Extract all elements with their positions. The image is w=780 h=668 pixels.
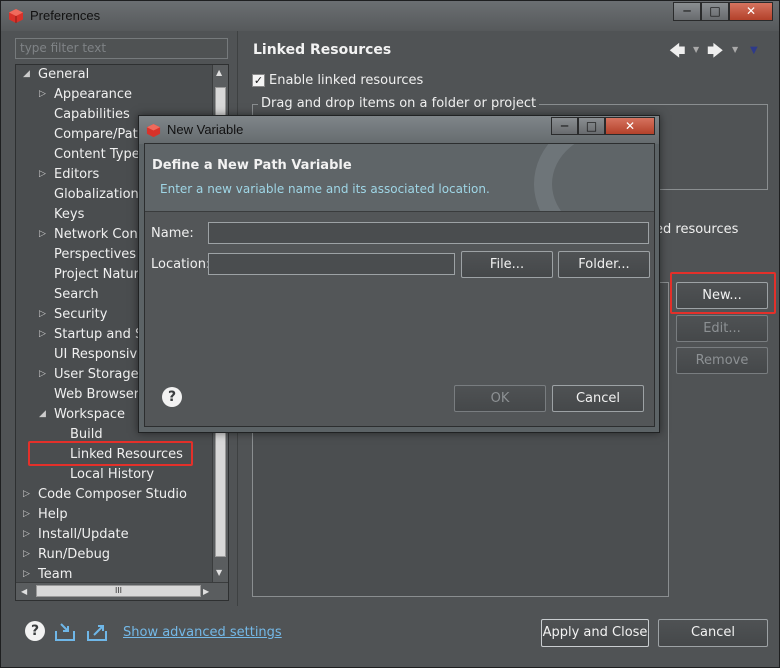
page-title: Linked Resources	[253, 42, 392, 58]
scroll-up-icon[interactable]: ▲	[216, 68, 222, 77]
scrollbar-thumb-horizontal[interactable]: III	[36, 585, 201, 597]
expand-triangle-icon[interactable]: ▷	[23, 509, 30, 519]
enable-linked-resources-checkbox[interactable]: ✓	[252, 74, 265, 87]
scroll-down-icon[interactable]: ▼	[216, 568, 222, 577]
view-menu-icon[interactable]: ▼	[750, 45, 758, 56]
filter-input[interactable]: type filter text	[15, 38, 228, 59]
ok-button[interactable]: OK	[454, 385, 546, 412]
dialog-maximize-button[interactable]: □	[578, 117, 605, 135]
app-cube-icon	[9, 9, 23, 23]
cancel-button[interactable]: Cancel	[658, 619, 768, 647]
tree-item[interactable]: Startup and Sh	[54, 325, 151, 345]
maximize-button[interactable]: □	[701, 2, 729, 21]
dialog-cancel-button[interactable]: Cancel	[552, 385, 644, 412]
tree-item[interactable]: Workspace	[54, 405, 125, 425]
scroll-left-icon[interactable]: ◀	[21, 587, 27, 596]
dialog-help-icon[interactable]: ?	[162, 387, 182, 407]
tree-item[interactable]: Project Nature	[54, 265, 147, 285]
folder-button[interactable]: Folder...	[558, 251, 650, 278]
scroll-right-icon[interactable]: ▶	[203, 587, 209, 596]
expand-triangle-icon[interactable]: ▷	[39, 229, 46, 239]
dialog-heading: Define a New Path Variable	[152, 158, 352, 173]
name-input[interactable]	[208, 222, 649, 244]
tree-item[interactable]: Help	[38, 505, 68, 525]
dialog-close-button[interactable]: ✕	[605, 117, 655, 135]
app-cube-icon	[146, 123, 161, 138]
show-advanced-settings-link[interactable]: Show advanced settings	[123, 625, 282, 640]
new-variable-dialog: New Variable ─ □ ✕ Define a New Path Var…	[138, 115, 660, 433]
tree-item[interactable]: Perspectives	[54, 245, 136, 265]
minimize-button[interactable]: ─	[673, 2, 701, 21]
tree-item[interactable]: Code Composer Studio	[38, 485, 187, 505]
dialog-minimize-button[interactable]: ─	[551, 117, 578, 135]
collapse-triangle-icon[interactable]: ◢	[39, 409, 46, 419]
expand-triangle-icon[interactable]: ▷	[23, 549, 30, 559]
remove-button[interactable]: Remove	[676, 347, 768, 374]
help-icon[interactable]: ?	[25, 621, 45, 641]
window-titlebar[interactable]: Preferences ─ □ ✕	[1, 1, 779, 31]
tree-item[interactable]: General	[38, 65, 89, 85]
drag-drop-group-label: Drag and drop items on a folder or proje…	[258, 96, 540, 111]
enable-linked-resources-label: Enable linked resources	[269, 73, 424, 88]
close-button[interactable]: ✕	[729, 2, 773, 21]
location-input[interactable]	[208, 253, 455, 275]
expand-triangle-icon[interactable]: ▷	[23, 529, 30, 539]
tree-item[interactable]: UI Responsive	[54, 345, 145, 365]
expand-triangle-icon[interactable]: ▷	[39, 329, 46, 339]
tree-item[interactable]: Network Conn	[54, 225, 146, 245]
collapse-triangle-icon[interactable]: ◢	[23, 69, 30, 79]
dialog-message: Enter a new variable name and its associ…	[160, 182, 490, 196]
banner-decoration	[534, 144, 654, 211]
expand-triangle-icon[interactable]: ▷	[39, 309, 46, 319]
import-icon[interactable]	[53, 621, 77, 643]
tree-item[interactable]: Appearance	[54, 85, 132, 105]
tree-item[interactable]: User Storage S	[54, 365, 151, 385]
tree-item[interactable]: Web Browser	[54, 385, 139, 405]
scrollbar-grip: III	[114, 586, 123, 595]
expand-triangle-icon[interactable]: ▷	[39, 89, 46, 99]
dialog-body: Define a New Path Variable Enter a new v…	[144, 143, 655, 427]
edit-button[interactable]: Edit...	[676, 315, 768, 342]
file-button[interactable]: File...	[461, 251, 553, 278]
tree-item[interactable]: Team	[38, 565, 72, 582]
expand-triangle-icon[interactable]: ▷	[39, 169, 46, 179]
export-icon[interactable]	[85, 621, 109, 643]
back-dropdown-icon[interactable]: ▼	[693, 45, 699, 54]
location-label: Location:	[151, 257, 211, 272]
expand-triangle-icon[interactable]: ▷	[23, 489, 30, 499]
dialog-titlebar[interactable]: New Variable ─ □ ✕	[139, 116, 659, 144]
tree-item[interactable]: Security	[54, 305, 107, 325]
forward-dropdown-icon[interactable]: ▼	[732, 45, 738, 54]
tree-item[interactable]: Globalization	[54, 185, 139, 205]
new-button-highlight	[670, 272, 776, 314]
tree-item[interactable]: Editors	[54, 165, 99, 185]
tree-item[interactable]: Run/Debug	[38, 545, 110, 565]
tree-item[interactable]: Install/Update	[38, 525, 129, 545]
dialog-banner: Define a New Path Variable Enter a new v…	[145, 144, 654, 212]
name-label: Name:	[151, 226, 194, 241]
preferences-window: Preferences ─ □ ✕ type filter text Gener…	[0, 0, 780, 668]
tree-item[interactable]: Search	[54, 285, 99, 305]
window-controls: ─ □ ✕	[673, 2, 773, 22]
linked-resources-text-fragment: ed resources	[655, 222, 739, 237]
linked-resources-highlight	[28, 441, 193, 466]
forward-arrow-icon[interactable]: 🡆	[707, 40, 724, 67]
tree-item[interactable]: Keys	[54, 205, 84, 225]
tree-item[interactable]: Capabilities	[54, 105, 130, 125]
tree-horizontal-scrollbar[interactable]: ◀ III ▶	[16, 582, 228, 600]
tree-item[interactable]: Local History	[70, 465, 154, 485]
window-title: Preferences	[30, 8, 101, 23]
apply-and-close-button[interactable]: Apply and Close	[541, 619, 649, 647]
back-arrow-icon[interactable]: 🡄	[669, 40, 686, 67]
expand-triangle-icon[interactable]: ▷	[39, 369, 46, 379]
expand-triangle-icon[interactable]: ▷	[23, 569, 30, 579]
tree-item[interactable]: Compare/Patc	[54, 125, 145, 145]
dialog-title: New Variable	[167, 122, 244, 137]
dialog-window-controls: ─ □ ✕	[551, 117, 655, 135]
tree-item[interactable]: Content Types	[54, 145, 146, 165]
